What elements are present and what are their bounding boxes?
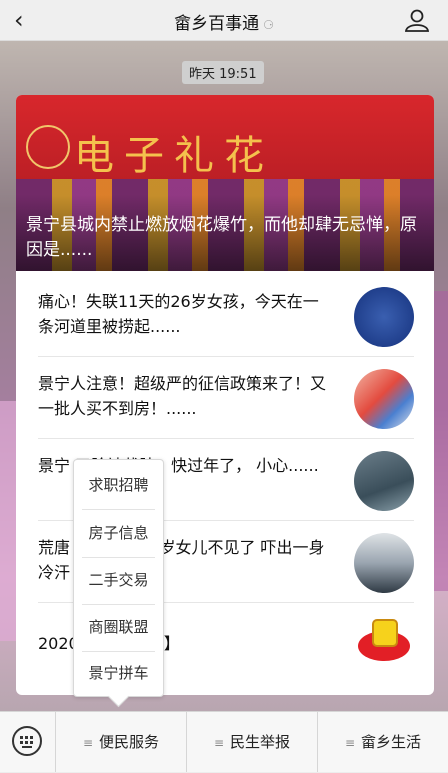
ear-icon: ⚆ xyxy=(263,18,274,32)
tab-livelihood-report[interactable]: ≡ 民生举报 xyxy=(187,712,317,772)
tab-she-life[interactable]: ≡ 畲乡生活 xyxy=(318,712,448,772)
menu-lines-icon: ≡ xyxy=(213,736,225,750)
thumbs-up-icon xyxy=(372,619,398,647)
article-title: 景宁人注意！超级严的征信政策来了！又一批人买不到房！...... xyxy=(38,374,327,418)
submenu-item-business[interactable]: 商圈联盟 xyxy=(74,604,163,651)
menu-lines-icon: ≡ xyxy=(82,736,94,750)
thumbs-up-100-badge-icon xyxy=(354,615,414,675)
timestamp-badge: 昨天 19:51 xyxy=(182,61,264,84)
hero-sign-text: 电子礼花 xyxy=(74,133,274,179)
keyboard-icon[interactable] xyxy=(12,726,42,756)
tab-label: 畲乡生活 xyxy=(361,733,422,751)
article-list-item[interactable]: 痛心！失联11天的26岁女孩，今天在一条河道里被捞起...... xyxy=(16,275,434,357)
officers-group-thumbnail xyxy=(354,533,414,593)
flood-water-thumbnail xyxy=(354,451,414,511)
shop-logo-icon xyxy=(26,125,70,169)
police-emblem-icon xyxy=(354,287,414,347)
credit-cards-thumbnail xyxy=(354,369,414,429)
article-list-item[interactable]: 景宁人注意！超级严的征信政策来了！又一批人买不到房！...... xyxy=(16,357,434,439)
submenu-item-jobs[interactable]: 求职招聘 xyxy=(74,462,163,509)
article-title: 痛心！失联11天的26岁女孩，今天在一条河道里被捞起...... xyxy=(38,292,319,336)
hero-headline: 景宁县城内禁止燃放烟花爆竹，而他却肆无忌惮，原因是...... xyxy=(26,215,417,260)
bottom-menu-bar: ≡ 便民服务 ≡ 民生举报 ≡ 畲乡生活 xyxy=(0,711,448,772)
menu-lines-icon: ≡ xyxy=(344,736,356,750)
submenu-item-housing[interactable]: 房子信息 xyxy=(74,510,163,557)
service-submenu: 求职招聘 房子信息 二手交易 商圈联盟 景宁拼车 xyxy=(73,459,164,708)
page-title-text: 畲乡百事通 xyxy=(174,14,260,34)
tab-label: 民生举报 xyxy=(230,733,291,751)
top-nav-bar: ‹ 畲乡百事通 ⚆ xyxy=(0,0,448,41)
hero-article[interactable]: 电子礼花 景宁县城内禁止燃放烟花爆竹，而他却肆无忌惮，原因是...... xyxy=(16,95,434,271)
tab-convenience-services[interactable]: ≡ 便民服务 xyxy=(56,712,186,772)
tab-label: 便民服务 xyxy=(99,733,160,751)
submenu-item-second-hand[interactable]: 二手交易 xyxy=(74,557,163,604)
page-title: 畲乡百事通 ⚆ xyxy=(0,9,448,34)
user-icon[interactable] xyxy=(404,8,430,32)
